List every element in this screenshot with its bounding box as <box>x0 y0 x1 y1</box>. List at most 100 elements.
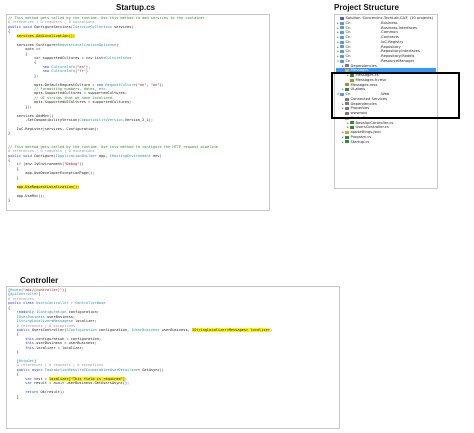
code-token: IApplicationBuilder <box>55 153 97 158</box>
code-token: )) <box>79 162 84 167</box>
proj-icon <box>340 26 344 30</box>
code-token: ; <box>124 376 128 381</box>
code-token: new <box>8 69 52 74</box>
code-token: >( <box>114 42 119 47</box>
code-token: Ok(result); <box>40 390 65 395</box>
code-token: { <box>8 332 19 337</box>
code-token: ApiController <box>10 292 39 297</box>
startup-title: Startup.cs <box>116 3 156 12</box>
code-token: } <box>8 394 19 399</box>
code-token: var <box>8 381 34 386</box>
code-token: } <box>8 350 19 355</box>
code-token: public async <box>8 367 45 372</box>
code-token: if <box>8 162 24 167</box>
code-token: Configure( <box>33 153 56 158</box>
highlighted-code: services.AddLocalization(); <box>16 33 76 38</box>
code-line: } <box>8 198 268 202</box>
code-token: )] <box>62 288 67 292</box>
highlighted-code: localizer["This field is required"] <box>49 376 125 381</box>
controller-code-editor[interactable]: [Route("api/[controller]")] [ApiControlle… <box>8 288 338 427</box>
code-token: UserDetails <box>109 367 134 372</box>
code-token: new <box>85 55 95 60</box>
tree-item-label: Startup.cs <box>350 139 370 144</box>
tree-item[interactable]: ▸ Startup.cs <box>336 140 436 145</box>
code-token: ConfigureServices( <box>33 24 73 29</box>
code-token: "api/[controller]" <box>23 288 63 292</box>
code-token: configuration; <box>66 310 99 315</box>
code-token: 0 references | 0 requests | 0 exceptions <box>8 20 95 25</box>
code-token: IConfiguration <box>36 310 67 315</box>
code-token: userBusiness; <box>44 314 76 319</box>
code-token: [ <box>8 359 19 363</box>
cs-icon <box>345 135 349 139</box>
code-token: IUserBusiness <box>131 327 160 332</box>
code-token: services.Configure< <box>8 42 58 47</box>
proj-icon <box>340 54 344 58</box>
code-token: } <box>8 131 11 136</box>
code-token: IHostingEnvironment <box>109 153 151 158</box>
proj-icon <box>340 40 344 44</box>
code-token: { <box>8 158 11 162</box>
controller-title: Controller <box>20 276 59 285</box>
code-token: { <box>8 305 11 310</box>
code-token: (env.IsEnvironment( <box>23 162 65 167</box>
code-token: IEnumerable <box>83 367 108 372</box>
code-token: ] <box>33 359 37 363</box>
code-token: userBusiness.GetUsersAsync(); <box>66 381 130 386</box>
code-token: ) <box>269 327 273 332</box>
code-token: CultureInfo <box>51 69 76 74</box>
code-token: UsersController <box>36 301 69 306</box>
proj-icon <box>340 50 344 54</box>
code-token: "fr" <box>77 69 86 74</box>
sln-icon <box>340 16 344 20</box>
code-token: // This method gets called by the runtim… <box>8 16 208 20</box>
proj-icon <box>340 45 344 49</box>
code-token: this <box>8 345 34 350</box>
code-token: public class <box>8 301 37 306</box>
cs-icon <box>350 121 354 125</box>
code-token: ] <box>38 292 41 297</box>
code-token: > localizer; <box>70 319 97 324</box>
highlighted-code: IStringLocalizer<Messages> localizer <box>191 327 270 332</box>
code-token: .Version_2_1); <box>122 118 153 123</box>
code-token: "en" <box>137 82 147 87</box>
project-structure-title: Project Structure <box>334 3 399 12</box>
code-token: IoC.Register(services, Configuration); <box>8 126 99 131</box>
code-token: ActionResult <box>55 367 82 372</box>
code-token: } <box>8 175 19 180</box>
startup-code-editor[interactable]: // This method gets called by the runtim… <box>8 16 268 209</box>
code-token: opts.DefaultRequestCulture = <box>8 82 97 87</box>
code-token: .localizer = localizer; <box>33 345 84 350</box>
code-token: 0 references | 0 exceptions <box>8 323 76 328</box>
code-token: opts.SupportedCultures = supportedCultur… <box>8 91 127 96</box>
code-token: RequestCulture <box>105 82 136 87</box>
proj-icon <box>340 59 344 63</box>
code-token: { <box>8 60 37 65</box>
code-token: IStringLocalizer <box>8 319 52 324</box>
code-token: 0 references | 0 requests | 0 exceptions <box>8 149 95 154</box>
code-token: RequestLocalizationOptions <box>57 42 115 47</box>
code-token: IServiceCollection <box>72 24 112 29</box>
code-token: Route <box>10 288 21 292</box>
code-token: IConfiguration <box>66 327 97 332</box>
code-token: ); <box>159 82 164 87</box>
code-token: opts.SupportedUICultures = supportedCult… <box>8 100 132 105</box>
code-token: supportedCultures = <box>42 55 86 60</box>
code-token: ), <box>85 64 91 69</box>
code-token: env) <box>150 153 162 158</box>
code-token: readonly <box>8 310 37 315</box>
code-token: 0 references | 0 requests | 0 exceptions <box>8 363 104 368</box>
code-token: Messages <box>53 319 71 324</box>
code-token: { <box>8 29 11 34</box>
code-token: { <box>8 372 19 377</box>
code-token: > <box>129 55 132 60</box>
code-token: opts => <box>8 47 41 52</box>
code-token: this <box>8 336 34 341</box>
code-token: ) <box>85 69 89 74</box>
code-token: 0 references <box>8 296 34 301</box>
highlighted-code: app.UseRequestLocalization(); <box>16 184 80 189</box>
code-token: app.UseMvc(); <box>8 193 45 198</box>
cs-icon <box>345 140 349 144</box>
code-token: public <box>8 327 32 332</box>
